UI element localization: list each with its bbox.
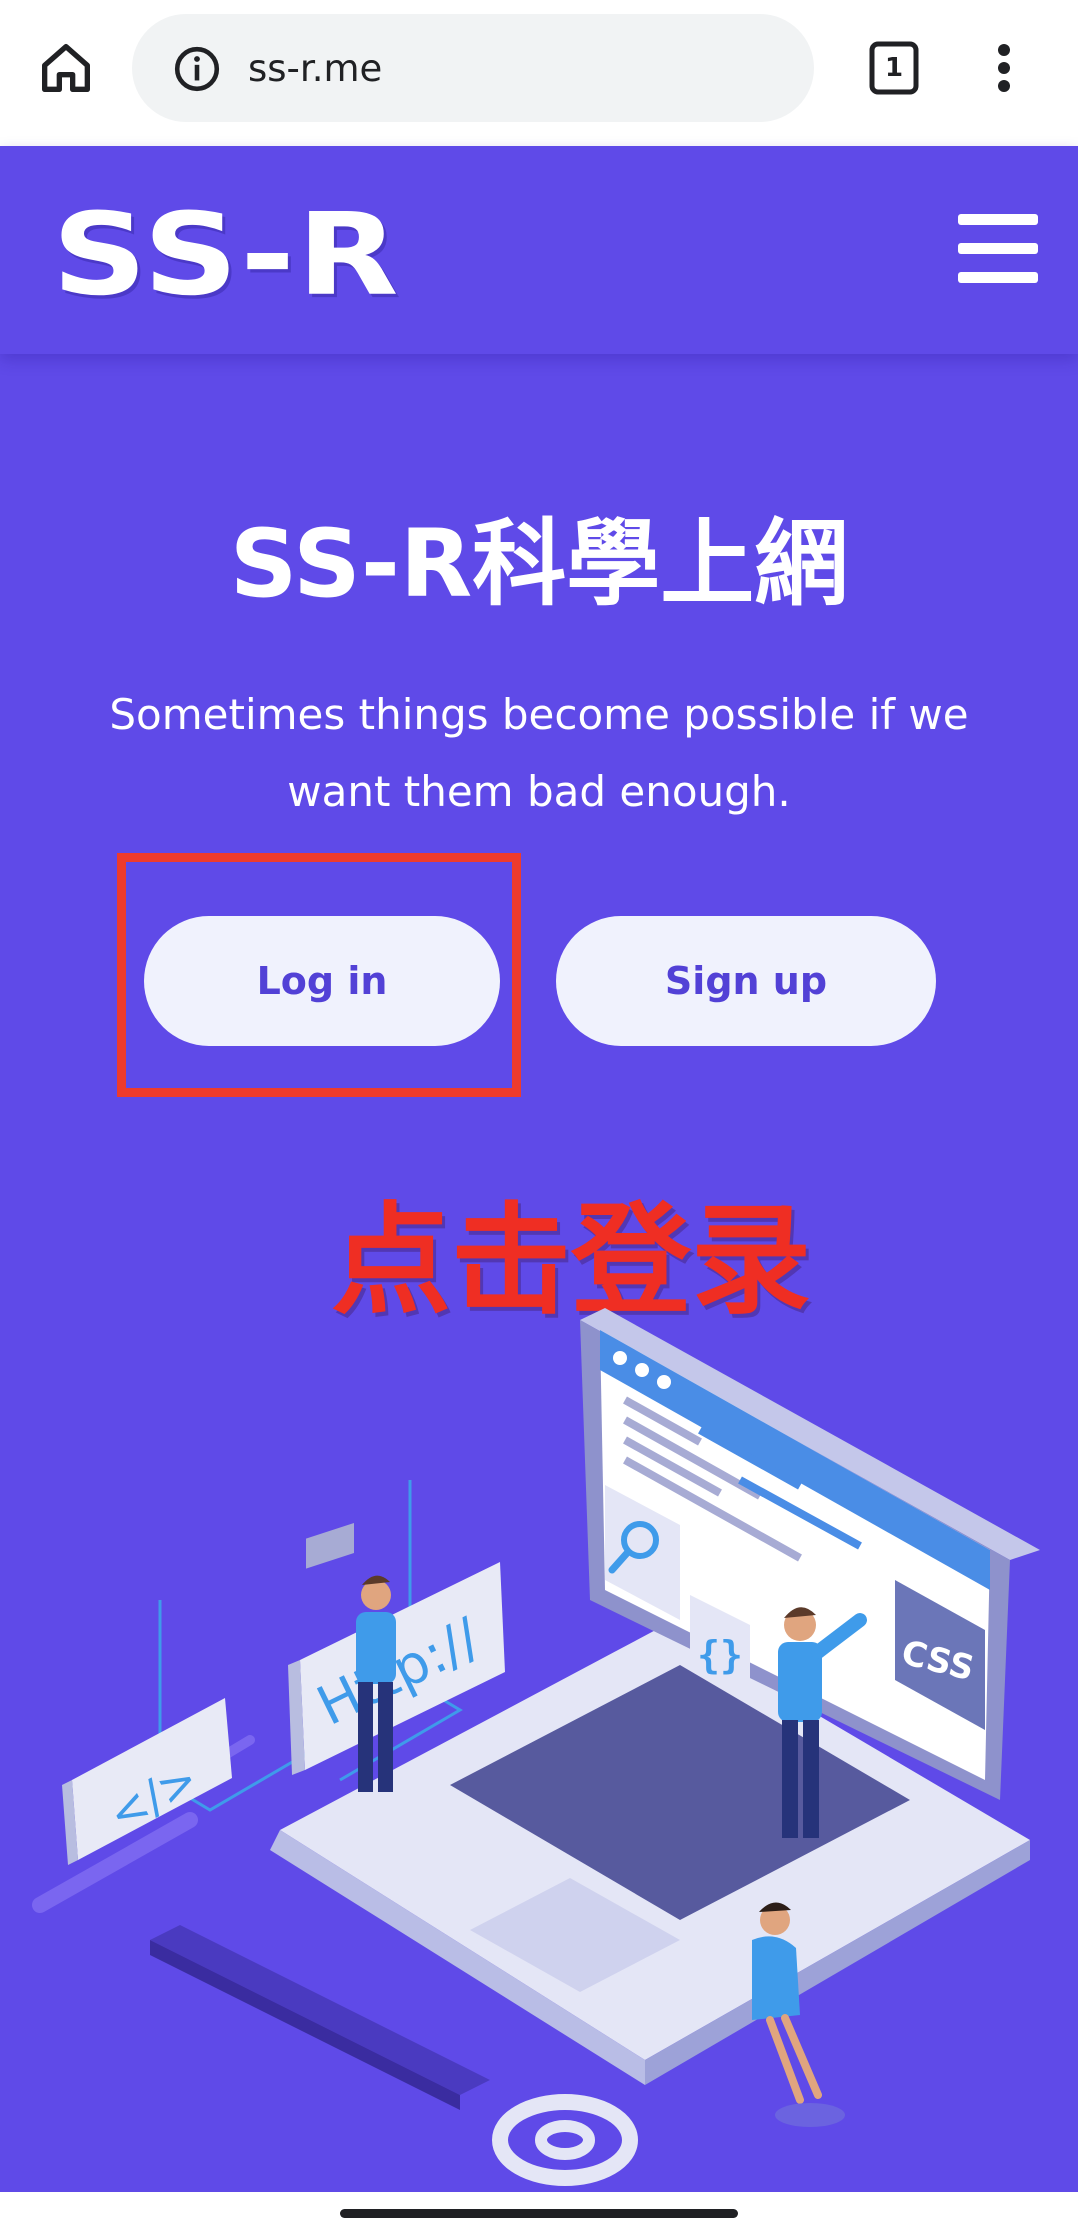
hero-subtitle: Sometimes things become possible if we w… xyxy=(109,690,969,816)
menu-button[interactable] xyxy=(958,214,1038,284)
signup-button[interactable]: Sign up xyxy=(556,916,936,1046)
at-sign-icon xyxy=(492,2094,638,2186)
home-icon xyxy=(42,44,90,92)
home-button[interactable] xyxy=(34,36,98,100)
more-vertical-icon xyxy=(998,44,1010,92)
system-navigation-bar xyxy=(0,2192,1078,2235)
laptop-illustration: </> Http:// {} CSS xyxy=(32,1308,1040,2186)
info-icon[interactable] xyxy=(172,44,222,94)
browser-toolbar: ss-r.me 1 xyxy=(0,0,1078,147)
site-logo[interactable]: SS-R xyxy=(52,198,401,312)
address-bar[interactable]: ss-r.me xyxy=(132,14,814,122)
hamburger-icon xyxy=(958,214,1038,225)
hero-illustration: </> Http:// {} CSS xyxy=(0,1300,1078,2200)
browser-menu-button[interactable] xyxy=(972,36,1036,100)
braces-sign-text: {} xyxy=(697,1633,743,1677)
hamburger-icon xyxy=(958,272,1038,283)
tab-count: 1 xyxy=(884,53,904,83)
tab-switcher-button[interactable]: 1 xyxy=(862,36,926,100)
home-gesture-handle[interactable] xyxy=(340,2209,738,2218)
hamburger-icon xyxy=(958,243,1038,254)
login-highlight-box xyxy=(117,853,521,1097)
site-header: SS-R xyxy=(0,146,1078,354)
page-title: SS-R科學上網 xyxy=(229,510,849,619)
url-text[interactable]: ss-r.me xyxy=(248,44,382,94)
